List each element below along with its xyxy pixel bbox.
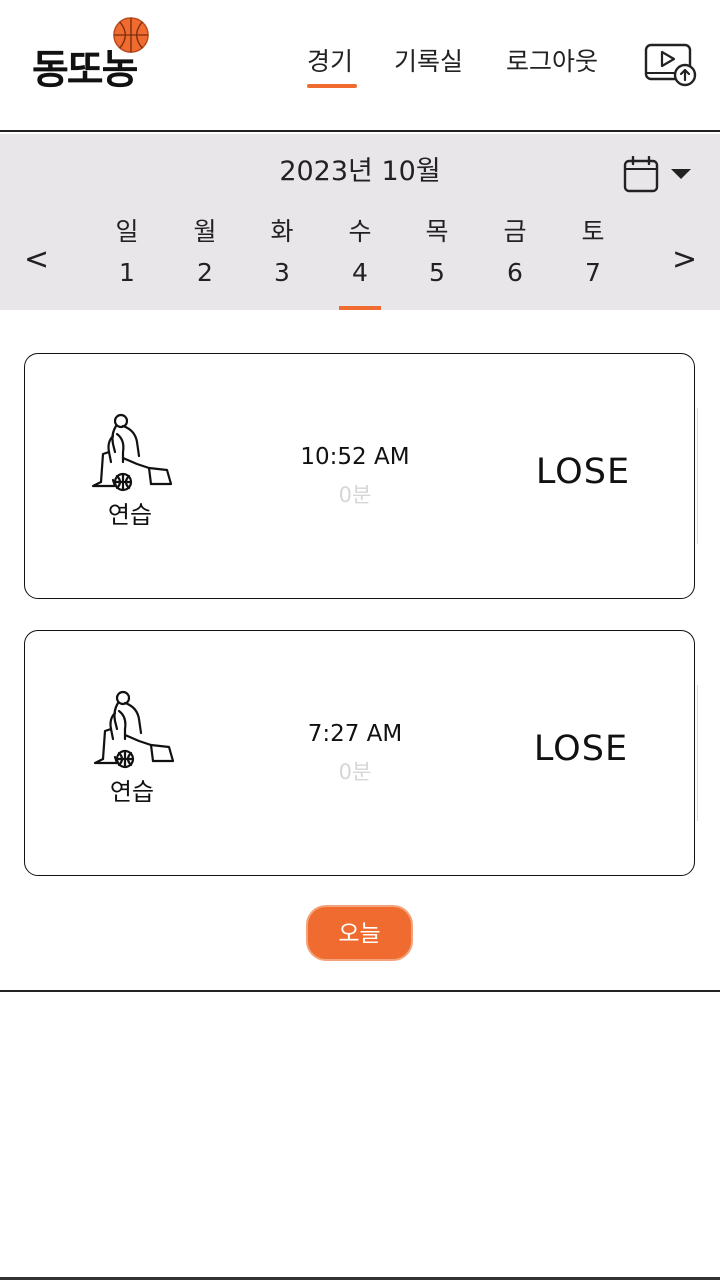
- game-type-label: 연습: [107, 501, 153, 529]
- logo-text: 동또농: [32, 47, 138, 93]
- nav-logout[interactable]: 로그아웃: [506, 44, 598, 80]
- card-edge: [697, 685, 698, 821]
- day-number: 6: [507, 258, 523, 287]
- day-name: 일: [115, 217, 139, 246]
- nav-records[interactable]: 기록실: [394, 44, 463, 80]
- card-edge: [697, 408, 698, 544]
- day-name: 토: [581, 217, 605, 246]
- game-card[interactable]: 연습 7:27 AM 0분 LOSE: [24, 630, 698, 876]
- day-wed[interactable]: 수 4: [330, 216, 390, 290]
- game-duration: 0분: [338, 760, 372, 784]
- day-number: 5: [429, 258, 445, 287]
- app-header: 동또농 경기 기록실 로그아웃: [0, 0, 720, 132]
- basketball-player-icon: [91, 413, 173, 492]
- prev-week-button[interactable]: <: [24, 242, 49, 278]
- nav-active-indicator: [307, 84, 357, 88]
- day-number: 2: [197, 258, 213, 287]
- day-fri[interactable]: 금 6: [485, 216, 545, 290]
- day-number: 4: [352, 258, 368, 287]
- month-label: 2023년 10월: [279, 156, 441, 187]
- day-name: 금: [503, 217, 527, 246]
- day-sun[interactable]: 일 1: [97, 216, 157, 290]
- date-selector: 2023년 10월 < > 일 1 월 2 화 3 수 4 목 5 금 6 토 …: [0, 134, 720, 310]
- day-name: 월: [193, 217, 217, 246]
- day-thu[interactable]: 목 5: [407, 216, 467, 290]
- day-number: 1: [119, 258, 135, 287]
- nav-games[interactable]: 경기: [307, 44, 353, 80]
- game-duration: 0분: [338, 483, 372, 507]
- basketball-player-icon: [93, 690, 175, 769]
- day-mon[interactable]: 월 2: [175, 216, 235, 290]
- app-logo[interactable]: 동또농: [30, 14, 170, 100]
- day-name: 목: [425, 217, 449, 246]
- game-type-label: 연습: [109, 778, 155, 806]
- video-upload-icon[interactable]: [644, 42, 698, 88]
- game-result: LOSE: [535, 452, 631, 492]
- day-number: 7: [585, 258, 601, 287]
- game-card[interactable]: 연습 10:52 AM 0분 LOSE: [24, 353, 698, 599]
- today-button[interactable]: 오늘: [306, 905, 413, 961]
- content-divider: [0, 990, 720, 992]
- selected-day-indicator: [339, 306, 381, 310]
- day-number: 3: [274, 258, 290, 287]
- game-time: 7:27 AM: [307, 721, 403, 747]
- day-name: 화: [270, 217, 294, 246]
- caret-down-icon: [671, 169, 691, 179]
- next-week-button[interactable]: >: [672, 242, 697, 278]
- day-name: 수: [348, 217, 372, 246]
- game-result: LOSE: [533, 729, 629, 769]
- calendar-icon[interactable]: [622, 156, 694, 194]
- game-time: 10:52 AM: [300, 444, 410, 470]
- day-sat[interactable]: 토 7: [563, 216, 623, 290]
- day-tue[interactable]: 화 3: [252, 216, 312, 290]
